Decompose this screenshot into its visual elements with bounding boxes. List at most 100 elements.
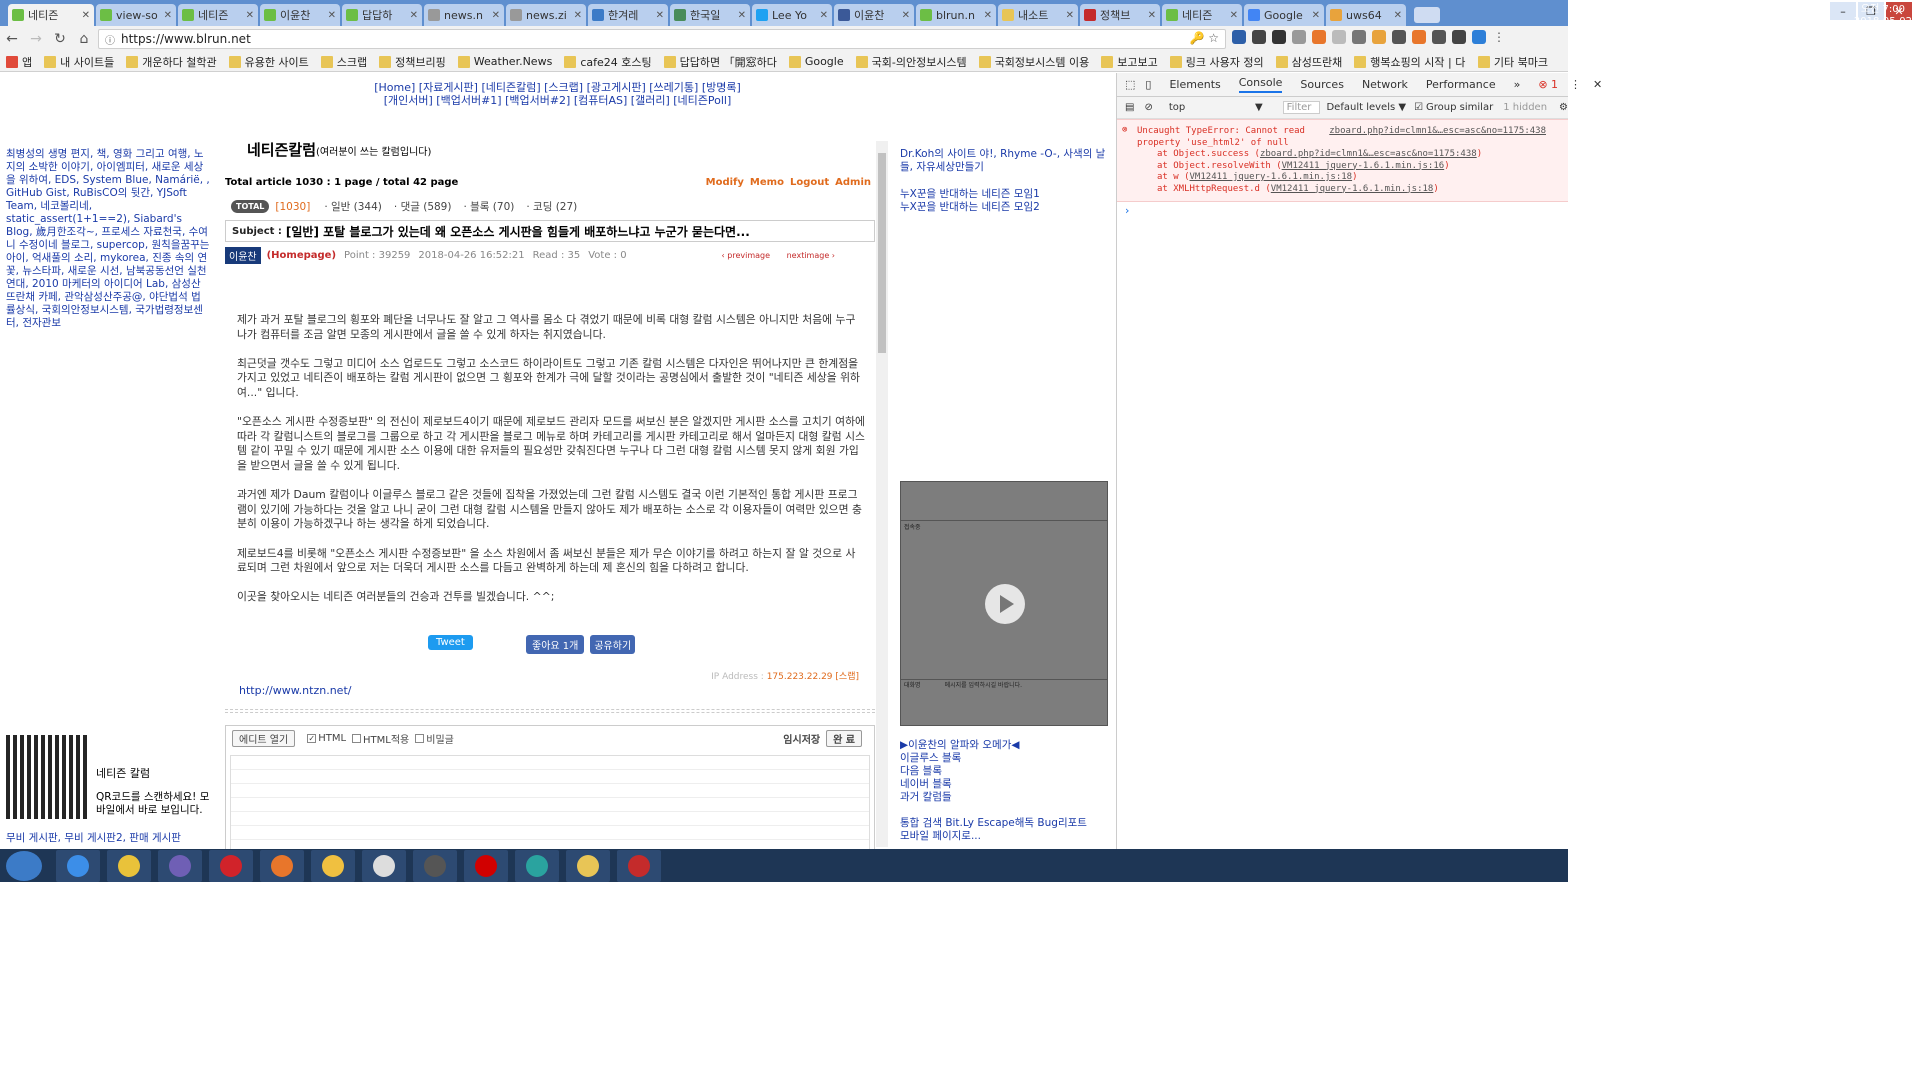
group-similar-checkbox[interactable]: ☑ <box>1414 102 1423 113</box>
minimize-button[interactable]: – <box>1830 2 1856 20</box>
tab-close-icon[interactable]: ✕ <box>656 10 664 21</box>
submit-button[interactable]: 완 료 <box>826 730 862 747</box>
extension-icon[interactable] <box>1232 30 1246 44</box>
taskbar-ie-icon[interactable] <box>56 849 100 882</box>
category-link[interactable]: · 댓글 (589) <box>394 199 452 214</box>
tab-close-icon[interactable]: ✕ <box>1394 10 1402 21</box>
taskbar-browser-icon[interactable] <box>158 849 202 882</box>
bookmark-item[interactable]: Google <box>788 55 844 68</box>
browser-tab[interactable]: Lee Yo ✕ <box>752 4 832 26</box>
extension-icon[interactable] <box>1432 30 1446 44</box>
extension-icon[interactable] <box>1312 30 1326 44</box>
browser-tab[interactable]: 네티즌 ✕ <box>1162 4 1242 26</box>
devtools-more-tabs[interactable]: » <box>1514 78 1521 91</box>
new-tab-button[interactable] <box>1414 7 1440 23</box>
devtools-tab[interactable]: Console <box>1238 76 1283 93</box>
taskbar-tree-icon[interactable] <box>515 849 559 882</box>
bookmark-item[interactable]: 국회정보시스템 이용 <box>978 54 1089 70</box>
top-nav-row-1[interactable]: [Home] [자료게시판] [네티즌칼럼] [스크랩] [광고게시판] [쓰레… <box>0 81 1115 94</box>
tab-close-icon[interactable]: ✕ <box>410 10 418 21</box>
html-checkbox[interactable]: ✓ <box>307 734 317 743</box>
sidebar-toggle-icon[interactable]: ▤ <box>1125 102 1134 113</box>
browser-tab[interactable]: news.n ✕ <box>424 4 504 26</box>
console-settings-icon[interactable]: ⚙ <box>1559 102 1568 113</box>
tab-close-icon[interactable]: ✕ <box>738 10 746 21</box>
tab-close-icon[interactable]: ✕ <box>328 10 336 21</box>
taskbar-folder-icon[interactable] <box>566 849 610 882</box>
taskbar-record-icon[interactable] <box>464 849 508 882</box>
console-prompt[interactable]: › <box>1117 202 1568 219</box>
taskbar-firefox-icon[interactable] <box>260 849 304 882</box>
tab-close-icon[interactable]: ✕ <box>492 10 500 21</box>
footer-link-search[interactable]: 통합 검색 Bit.Ly Escape해독 Bug리포트 <box>900 817 1087 830</box>
extension-icon[interactable] <box>1272 30 1286 44</box>
taskbar-tool-icon[interactable] <box>311 849 355 882</box>
blog-link[interactable]: 네이버 블록 <box>900 778 1019 791</box>
category-link[interactable]: · 일반 (344) <box>324 199 382 214</box>
bookmark-item[interactable]: cafe24 호스팅 <box>564 54 652 70</box>
open-editor-button[interactable]: 에디트 열기 <box>232 730 296 747</box>
comment-textarea[interactable] <box>230 755 870 849</box>
taskbar-pokeball-icon[interactable] <box>362 849 406 882</box>
prev-image-link[interactable]: ‹ previmage <box>722 251 771 260</box>
devtools-tab[interactable]: Elements <box>1169 78 1220 91</box>
devtools-tab[interactable]: Performance <box>1426 78 1496 91</box>
right-link-list[interactable]: Dr.Koh의 사이트 야!, Rhyme -O-, 사색의 날들, 자유세상만… <box>900 148 1110 174</box>
extension-icon[interactable] <box>1392 30 1406 44</box>
browser-tab[interactable]: 네티즌 ✕ <box>178 4 258 26</box>
scrollbar-thumb[interactable] <box>878 153 886 353</box>
extension-icon[interactable] <box>1332 30 1346 44</box>
back-icon[interactable]: ← <box>0 31 24 47</box>
bookmark-item[interactable]: 삼성뜨란채 <box>1275 54 1342 70</box>
ntzn-link[interactable]: http://www.ntzn.net/ <box>239 684 351 697</box>
browser-tab[interactable]: 네티즌 ✕ <box>8 4 94 26</box>
bookmark-item[interactable]: 국회-의안정보시스템 <box>855 54 967 70</box>
stack-link[interactable]: VM12411 jquery-1.6.1.min.js:16 <box>1282 161 1445 171</box>
error-source-link[interactable]: zboard.php?id=clmn1&…esc=asc&no=1175:438 <box>1329 126 1546 138</box>
browser-tab[interactable]: 이윤찬 ✕ <box>260 4 340 26</box>
author-name[interactable]: 이윤찬 <box>225 247 261 264</box>
browser-tab[interactable]: 한국일 ✕ <box>670 4 750 26</box>
category-link[interactable]: · 블록 (70) <box>463 199 514 214</box>
secret-checkbox[interactable] <box>415 734 425 743</box>
devtools-tab[interactable]: Network <box>1362 78 1408 91</box>
html-apply-checkbox[interactable] <box>352 734 362 743</box>
taskbar-chrome-icon[interactable] <box>107 849 151 882</box>
tab-close-icon[interactable]: ✕ <box>1312 10 1320 21</box>
menu-icon[interactable]: ⋮ <box>1492 30 1506 44</box>
browser-tab[interactable]: uws64 ✕ <box>1326 4 1406 26</box>
left-bottom-links[interactable]: 무비 게시판, 무비 게시판2, 판매 게시판 <box>6 830 181 845</box>
tab-close-icon[interactable]: ✕ <box>1230 10 1238 21</box>
category-link[interactable]: · 코딩 (27) <box>526 199 577 214</box>
board-action-link[interactable]: Logout <box>790 177 829 188</box>
other-bookmarks[interactable]: 기타 북마크 <box>1477 54 1548 70</box>
next-image-link[interactable]: nextimage › <box>787 251 835 260</box>
bookmark-item[interactable]: 보고보고 <box>1101 54 1158 70</box>
blog-link[interactable]: 이글루스 블록 <box>900 752 1019 765</box>
browser-tab[interactable]: 답답하 ✕ <box>342 4 422 26</box>
browser-tab[interactable]: 한겨레 ✕ <box>588 4 668 26</box>
tab-close-icon[interactable]: ✕ <box>1066 10 1074 21</box>
blog-link[interactable]: ▶이윤찬의 알파와 오메가◀ <box>900 739 1019 752</box>
right-group-2[interactable]: 누X꾼을 반대하는 네티즌 모임2 <box>900 201 1110 214</box>
extension-icon[interactable] <box>1412 30 1426 44</box>
tab-close-icon[interactable]: ✕ <box>82 10 90 21</box>
stack-link[interactable]: zboard.php?id=clmn1&…esc=asc&no=1175:438 <box>1260 149 1477 159</box>
stack-link[interactable]: VM12411 jquery-1.6.1.min.js:18 <box>1190 172 1353 182</box>
extension-icon[interactable] <box>1252 30 1266 44</box>
bookmark-item[interactable]: 개운하다 철학관 <box>126 54 217 70</box>
play-icon[interactable] <box>985 584 1025 624</box>
extension-icon[interactable] <box>1452 30 1466 44</box>
tab-close-icon[interactable]: ✕ <box>1148 10 1156 21</box>
devtools-error-count[interactable]: ⊗ 1 <box>1538 78 1558 91</box>
bookmark-item[interactable]: 정책브리핑 <box>379 54 446 70</box>
board-action-link[interactable]: Modify <box>706 177 744 188</box>
levels-select[interactable]: Default levels ▼ <box>1326 102 1406 113</box>
browser-tab[interactable]: news.zi ✕ <box>506 4 586 26</box>
inspect-icon[interactable]: ⬚ <box>1125 78 1135 91</box>
board-action-link[interactable]: Admin <box>835 177 871 188</box>
taskbar-app-icon[interactable] <box>413 849 457 882</box>
device-icon[interactable]: ▯ <box>1145 78 1151 91</box>
info-icon[interactable]: ⓘ <box>105 32 115 47</box>
tab-close-icon[interactable]: ✕ <box>246 10 254 21</box>
